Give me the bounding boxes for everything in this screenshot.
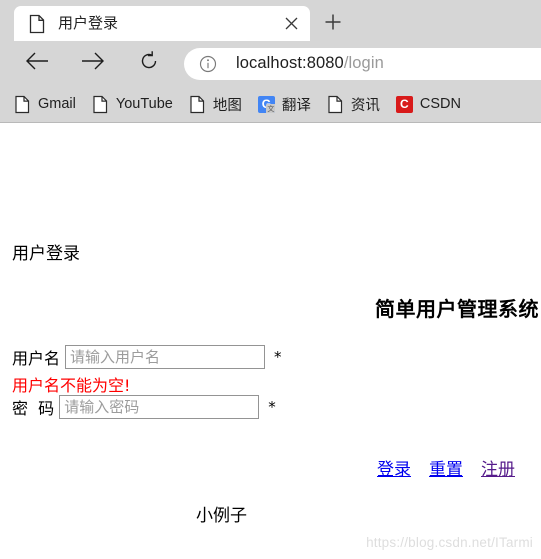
close-icon[interactable] [280, 13, 302, 35]
register-link[interactable]: 注册 [481, 455, 515, 480]
bookmark-csdn[interactable]: C CSDN [395, 90, 461, 118]
csdn-glyph: C [400, 97, 409, 111]
arrow-right-icon [80, 50, 106, 77]
bookmark-label: CSDN [419, 96, 461, 112]
footer-note: 小例子 [196, 506, 247, 526]
password-required-mark: * [268, 398, 276, 416]
page-title: 用户登录 [12, 244, 80, 264]
bookmark-maps[interactable]: 地图 [189, 90, 242, 118]
login-link[interactable]: 登录 [377, 455, 411, 480]
page-icon [14, 95, 31, 114]
bookmark-youtube[interactable]: YouTube [92, 90, 173, 118]
reload-icon [138, 50, 160, 77]
watermark: https://blog.csdn.net/ITarmi [366, 535, 533, 550]
bookmark-label: YouTube [115, 96, 173, 112]
plus-icon [324, 13, 342, 36]
address-bar-url: localhost:8080/login [236, 54, 384, 73]
bookmark-label: 资讯 [350, 97, 380, 114]
username-row: 用户名 * [12, 345, 282, 369]
page-icon [92, 95, 109, 114]
password-label: 密 码 [12, 399, 55, 418]
password-row: 密 码 * [12, 395, 276, 419]
csdn-icon: C [395, 95, 413, 113]
page-icon [28, 14, 46, 34]
url-path: /login [343, 54, 384, 72]
url-host: localhost:8080 [236, 54, 344, 72]
forward-button[interactable] [76, 47, 110, 81]
browser-tab[interactable]: 用户登录 [14, 6, 310, 41]
browser-toolbar: localhost:8080/login [0, 41, 541, 86]
page-content: 用户登录 简单用户管理系统 用户名 * 用户名不能为空! 密 码 * 登录 重置… [0, 123, 541, 554]
google-translate-icon: G 文 [257, 95, 275, 113]
password-input[interactable] [59, 395, 260, 419]
username-required-mark: * [274, 348, 282, 366]
bookmark-label: Gmail [38, 96, 76, 112]
bookmark-label: 地图 [212, 97, 242, 114]
translate-sub-glyph: 文 [265, 103, 275, 113]
browser-chrome: 用户登录 localhost:8080/login Gmail YouTube … [0, 0, 541, 123]
system-title: 简单用户管理系统 [375, 297, 539, 321]
arrow-left-icon [24, 50, 50, 77]
username-label: 用户名 [12, 349, 61, 368]
new-tab-button[interactable] [313, 8, 353, 41]
bookmark-label: 翻译 [281, 97, 311, 114]
page-icon [327, 95, 344, 114]
form-actions: 登录 重置 注册 [359, 455, 515, 480]
reset-link[interactable]: 重置 [429, 455, 463, 480]
page-icon [189, 95, 206, 114]
bookmark-translate[interactable]: G 文 翻译 [257, 90, 311, 118]
address-bar[interactable]: localhost:8080/login [184, 47, 541, 80]
info-circle-icon[interactable] [198, 54, 218, 74]
username-input[interactable] [65, 345, 266, 369]
reload-button[interactable] [132, 47, 166, 81]
tab-strip: 用户登录 [0, 0, 541, 41]
tab-title: 用户登录 [58, 14, 119, 32]
back-button[interactable] [20, 47, 54, 81]
bookmark-gmail[interactable]: Gmail [14, 90, 76, 118]
username-error-message: 用户名不能为空! [12, 376, 131, 395]
bookmarks-bar: Gmail YouTube 地图 G 文 [0, 86, 541, 123]
bookmark-news[interactable]: 资讯 [327, 90, 380, 118]
